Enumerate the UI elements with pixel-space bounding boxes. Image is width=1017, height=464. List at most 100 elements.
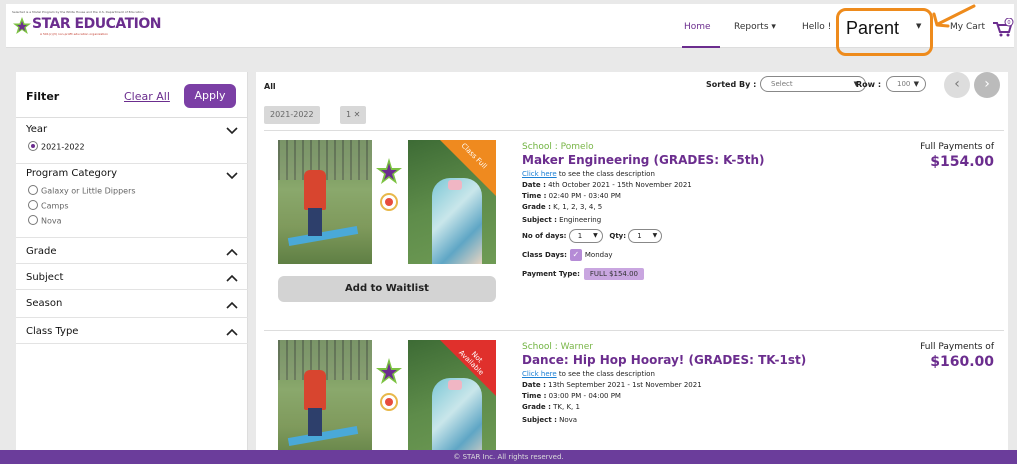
class-photo-right: Not Available <box>408 340 496 464</box>
program-option-camps[interactable]: Camps <box>28 200 69 211</box>
chevron-up-icon[interactable] <box>226 274 238 282</box>
time-line: Time : 03:00 PM - 04:00 PM <box>522 392 852 400</box>
grade-value: K, 1, 2, 3, 4, 5 <box>550 203 603 211</box>
radio-icon <box>28 200 38 210</box>
row-value: 100 <box>897 80 911 88</box>
filter-subject-label: Subject <box>26 272 64 283</box>
star-education-logo[interactable]: Selected is a Model Program by the White… <box>10 10 162 40</box>
logo-brand: STAR EDUCATION <box>32 16 162 32</box>
chevron-down-icon: ▼ <box>913 80 919 88</box>
chevron-up-icon[interactable] <box>226 248 238 256</box>
class-card: Class Full Add to Waitlist School : Pome… <box>256 140 1008 328</box>
row-select[interactable]: 100 ▼ <box>886 76 926 92</box>
photo-kid-legs <box>308 408 322 436</box>
class-name: Dance: Hip Hop Hooray! (GRADES: TK-1st) <box>522 353 807 367</box>
nav-home[interactable]: Home <box>684 22 711 32</box>
date-line: Date : 4th October 2021 - 15th November … <box>522 181 852 189</box>
logo-subtitle: A 501(c)(3) non-profit education organiz… <box>40 32 109 36</box>
star-logo-icon <box>13 17 31 34</box>
filter-grade[interactable]: Grade <box>16 238 248 264</box>
time-label: Time : <box>522 192 547 200</box>
sorted-by-value: Select <box>771 80 793 88</box>
class-days-line: Class Days: ✓ Monday <box>522 249 852 261</box>
filter-class-type-label: Class Type <box>26 326 79 337</box>
filter-season-label: Season <box>26 298 63 309</box>
nav-hello: Hello ! <box>802 22 832 32</box>
grade-value: TK, K, 1 <box>550 403 580 411</box>
chevron-up-icon[interactable] <box>226 328 238 336</box>
footer: © STAR Inc. All rights reserved. <box>0 450 1017 464</box>
click-here-link[interactable]: Click here <box>522 370 557 378</box>
photo-kid <box>304 170 326 210</box>
payment-type-badge[interactable]: FULL $154.00 <box>583 268 645 280</box>
chevron-down-icon[interactable] <box>226 127 238 135</box>
next-page-button[interactable]: › <box>974 72 1000 98</box>
days-label: No of days: <box>522 232 567 240</box>
add-to-waitlist-button[interactable]: Add to Waitlist <box>278 276 496 302</box>
price-label: Full Payments of <box>920 142 994 152</box>
parent-dropdown[interactable]: Parent <box>846 18 899 39</box>
price-label: Full Payments of <box>920 342 994 352</box>
nav-reports[interactable]: Reports ▾ <box>734 22 776 32</box>
filter-class-type[interactable]: Class Type <box>16 318 248 344</box>
sorted-by-select[interactable]: Select ▼ <box>760 76 866 92</box>
description-tail: to see the class description <box>556 170 655 178</box>
class-days-label: Class Days: <box>522 251 567 259</box>
photo-tube <box>287 225 359 247</box>
prev-page-button[interactable]: ‹ <box>944 72 970 98</box>
program-option-galaxy[interactable]: Galaxy or Little Dippers <box>28 185 136 196</box>
date-label: Date : <box>522 381 546 389</box>
class-days-value: Monday <box>584 251 613 259</box>
time-value: 02:40 PM - 03:40 PM <box>546 192 621 200</box>
description-tail: to see the class description <box>556 370 655 378</box>
date-label: Date : <box>522 181 546 189</box>
grade-label: Grade : <box>522 203 551 211</box>
photo-kid-legs <box>308 208 322 236</box>
days-qty-line: No of days: 1 ▼ Qty: 1 ▼ <box>522 229 852 243</box>
class-details: School : Pomelo Maker Engineering (GRADE… <box>522 142 852 280</box>
filter-season[interactable]: Season <box>16 290 248 318</box>
school-name: Warner <box>560 342 593 352</box>
radio-checked-icon <box>28 141 38 151</box>
program-option-nova[interactable]: Nova <box>28 215 62 226</box>
grade-label: Grade : <box>522 403 551 411</box>
logo-tagline: Selected is a Model Program by the White… <box>12 10 144 14</box>
days-value: 1 <box>577 232 583 240</box>
close-icon[interactable]: ✕ <box>354 110 361 119</box>
subject-value: Engineering <box>556 216 602 224</box>
divider <box>264 130 1004 131</box>
click-here-link[interactable]: Click here <box>522 170 557 178</box>
chevron-up-icon[interactable] <box>226 301 238 309</box>
filter-year-label: Year <box>26 124 48 135</box>
program-option-label: Galaxy or Little Dippers <box>41 186 136 196</box>
cart-icon[interactable]: 0 <box>992 18 1014 38</box>
clear-all-link[interactable]: Clear All <box>124 90 170 103</box>
chip-year[interactable]: 2021-2022 <box>264 106 320 124</box>
annotation-arrow-icon <box>932 4 976 28</box>
class-photo-left <box>278 140 372 264</box>
checkbox-checked-icon[interactable]: ✓ <box>569 249 582 261</box>
chevron-down-icon[interactable] <box>226 172 238 180</box>
class-badge <box>374 140 404 264</box>
year-option-label: 2021-2022 <box>41 142 85 152</box>
chip-count-value: 1 <box>346 110 352 119</box>
divider <box>264 330 1004 331</box>
year-option-2021-2022[interactable]: 2021-2022 <box>28 141 85 152</box>
chip-count[interactable]: 1 ✕ <box>340 106 367 124</box>
sorted-by-label: Sorted By : <box>706 80 757 89</box>
class-photo-left <box>278 340 372 464</box>
description-line: Click here to see the class description <box>522 370 852 378</box>
days-select[interactable]: 1 ▼ <box>568 229 603 243</box>
qty-select[interactable]: 1 ▼ <box>628 229 663 243</box>
filter-subject[interactable]: Subject <box>16 264 248 290</box>
filter-title: Filter <box>26 90 60 103</box>
radio-icon <box>28 185 38 195</box>
subject-line: Subject : Engineering <box>522 216 852 224</box>
photo-kid <box>304 370 326 410</box>
star-award-icon <box>376 358 402 411</box>
apply-button[interactable]: Apply <box>184 84 236 108</box>
cart-count: 0 <box>1007 20 1010 26</box>
filter-header: Filter Clear All Apply <box>16 72 248 118</box>
subject-line: Subject : Nova <box>522 416 852 424</box>
qty-label: Qty: <box>609 232 627 240</box>
